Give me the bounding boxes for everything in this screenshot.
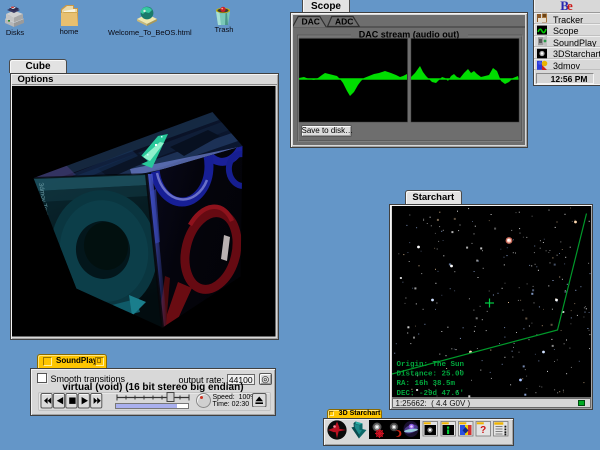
svg-text:DAC: DAC bbox=[301, 16, 319, 26]
svg-text:Distance: 25.00: Distance: 25.00 bbox=[396, 371, 464, 379]
svg-text:DEC: -29d 47.6': DEC: -29d 47.6' bbox=[396, 390, 464, 398]
svg-text:Origin: The Sun: Origin: The Sun bbox=[396, 361, 464, 369]
svg-text:?: ? bbox=[480, 425, 486, 436]
svg-text:DAC stream (audio out): DAC stream (audio out) bbox=[358, 29, 459, 39]
svg-text:RA: 16h 38.5m: RA: 16h 38.5m bbox=[396, 380, 455, 388]
svg-text:ADC: ADC bbox=[335, 16, 353, 26]
